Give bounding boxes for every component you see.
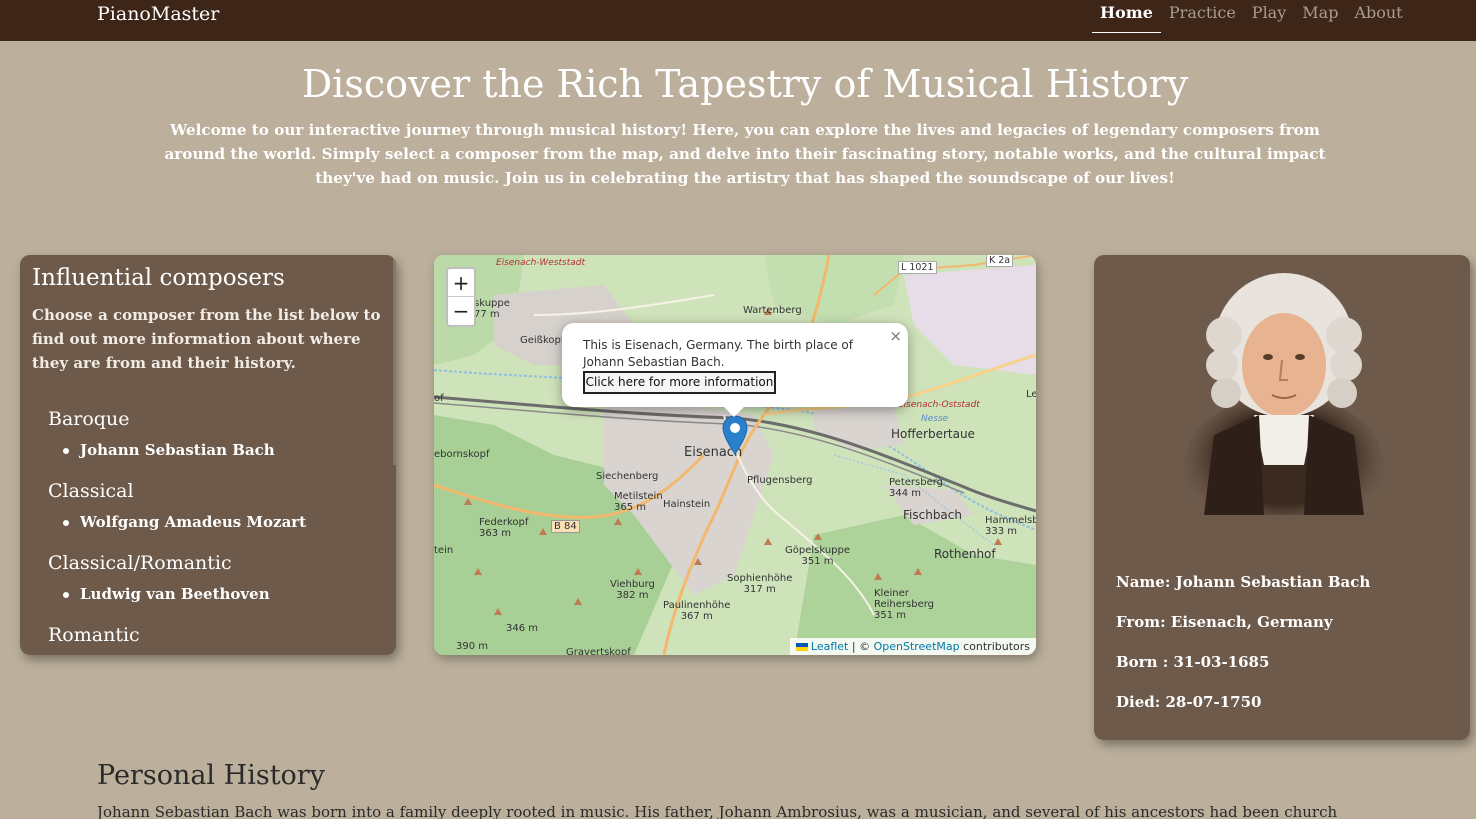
map-label: Gravertskopf: [566, 647, 631, 655]
nav-practice[interactable]: Practice: [1161, 0, 1244, 33]
composer-item-beethoven[interactable]: Ludwig van Beethoven: [48, 579, 388, 611]
composer-map[interactable]: Eisenach-Weststadt L 1021 K 2a Wartenber…: [434, 255, 1036, 655]
map-label: Wartenberg: [743, 305, 802, 316]
osm-link[interactable]: OpenStreetMap: [874, 640, 960, 653]
composer-list-panel: Influential composers Choose a composer …: [20, 255, 396, 655]
top-navbar: PianoMaster Home Practice Play Map About: [0, 0, 1476, 41]
map-label: B 84: [551, 520, 580, 533]
map-label: Metilstein 365 m: [614, 491, 663, 513]
more-info-button[interactable]: Click here for more information: [583, 371, 776, 394]
era-name: Baroque: [48, 408, 130, 430]
ukraine-flag-icon: [795, 643, 808, 651]
era-group: Classical Wolfgang Amadeus Mozart: [48, 477, 388, 539]
map-label: Kleiner Reihersberg 351 m: [874, 588, 935, 621]
map-marker-icon[interactable]: [722, 415, 748, 459]
era-list: Baroque Johann Sebastian Bach Classical …: [48, 405, 388, 655]
era-group: Romantic: [48, 621, 388, 651]
map-label: ebornskopf: [434, 449, 490, 460]
map-label: skuppe 77 m: [474, 298, 510, 320]
nav-map[interactable]: Map: [1294, 0, 1346, 33]
composer-item-mozart[interactable]: Wolfgang Amadeus Mozart: [48, 507, 388, 539]
map-label: Eisenach-Oststadt: [898, 400, 980, 410]
popup-text: This is Eisenach, Germany. The birth pla…: [583, 338, 853, 369]
map-label: Geißkopf: [520, 335, 565, 346]
hero-text: Welcome to our interactive journey throu…: [164, 121, 1326, 187]
map-label: Paulinenhöhe 367 m: [663, 600, 731, 622]
leaflet-link[interactable]: Leaflet: [811, 640, 848, 653]
map-label: L 1021: [898, 261, 937, 274]
zoom-out-button[interactable]: −: [448, 297, 474, 325]
era-name: Classical: [48, 480, 134, 502]
panel-scrollbar[interactable]: [393, 255, 396, 465]
map-popup: × This is Eisenach, Germany. The birth p…: [562, 323, 908, 417]
map-label: Petersberg 344 m: [889, 477, 944, 499]
composer-died: Died: 28-07-1750: [1116, 693, 1262, 711]
map-label: Hammelsb 333 m: [985, 515, 1036, 537]
map-label: Siechenberg: [596, 471, 659, 482]
zoom-in-button[interactable]: +: [448, 269, 474, 297]
map-label: Nesse: [921, 414, 949, 424]
map-label: 390 m: [456, 641, 489, 652]
personal-history-title: Personal History: [97, 760, 325, 791]
map-label: Federkopf 363 m: [479, 517, 529, 539]
map-label: Rothenhof: [934, 547, 996, 561]
map-label: Eisenach-Weststadt: [496, 258, 586, 268]
brand-logo[interactable]: PianoMaster: [97, 3, 219, 25]
map-label: 346 m: [506, 623, 539, 634]
map-label: of: [434, 393, 444, 404]
map-label: K 2a: [986, 255, 1014, 267]
map-label: Viehburg 382 m: [610, 579, 655, 601]
map-label: Le: [1026, 389, 1036, 400]
personal-history-text: Johann Sebastian Bach was born into a fa…: [97, 803, 1338, 819]
map-label: Göpelskuppe 351 m: [785, 545, 851, 567]
composer-panel-title: Influential composers: [32, 265, 285, 291]
composer-origin: From: Eisenach, Germany: [1116, 613, 1333, 631]
map-attribution: Leaflet | © OpenStreetMap contributors: [789, 638, 1036, 655]
composer-item-bach[interactable]: Johann Sebastian Bach: [48, 435, 388, 467]
map-label: Fischbach: [903, 508, 962, 522]
nav-home[interactable]: Home: [1092, 0, 1161, 33]
map-label: tein: [434, 545, 454, 556]
attribution-suffix: contributors: [959, 640, 1030, 653]
map-label: Hofferbertaue: [891, 427, 975, 441]
nav-about[interactable]: About: [1346, 0, 1410, 33]
era-group: Classical/Romantic Ludwig van Beethoven: [48, 549, 388, 611]
hero-title: Discover the Rich Tapestry of Musical Hi…: [301, 62, 1189, 106]
nav-play[interactable]: Play: [1244, 0, 1294, 33]
composer-name: Name: Johann Sebastian Bach: [1116, 573, 1371, 591]
era-group: Baroque Johann Sebastian Bach: [48, 405, 388, 467]
nav-links: Home Practice Play Map About: [1092, 0, 1411, 41]
composer-panel-intro: Choose a composer from the list below to…: [32, 306, 381, 372]
attribution-separator: | ©: [848, 640, 874, 653]
era-name: Classical/Romantic: [48, 552, 232, 574]
composer-portrait: [1184, 273, 1384, 515]
map-label: Hainstein: [663, 499, 711, 510]
close-icon[interactable]: ×: [889, 327, 902, 345]
map-label: Pflugensberg: [747, 475, 813, 486]
zoom-control: + −: [446, 267, 476, 327]
composer-info-panel: Name: Johann Sebastian Bach From: Eisena…: [1094, 255, 1470, 740]
map-label: Sophienhöhe 317 m: [727, 573, 793, 595]
era-name: Romantic: [48, 624, 140, 646]
composer-born: Born : 31-03-1685: [1116, 653, 1270, 671]
